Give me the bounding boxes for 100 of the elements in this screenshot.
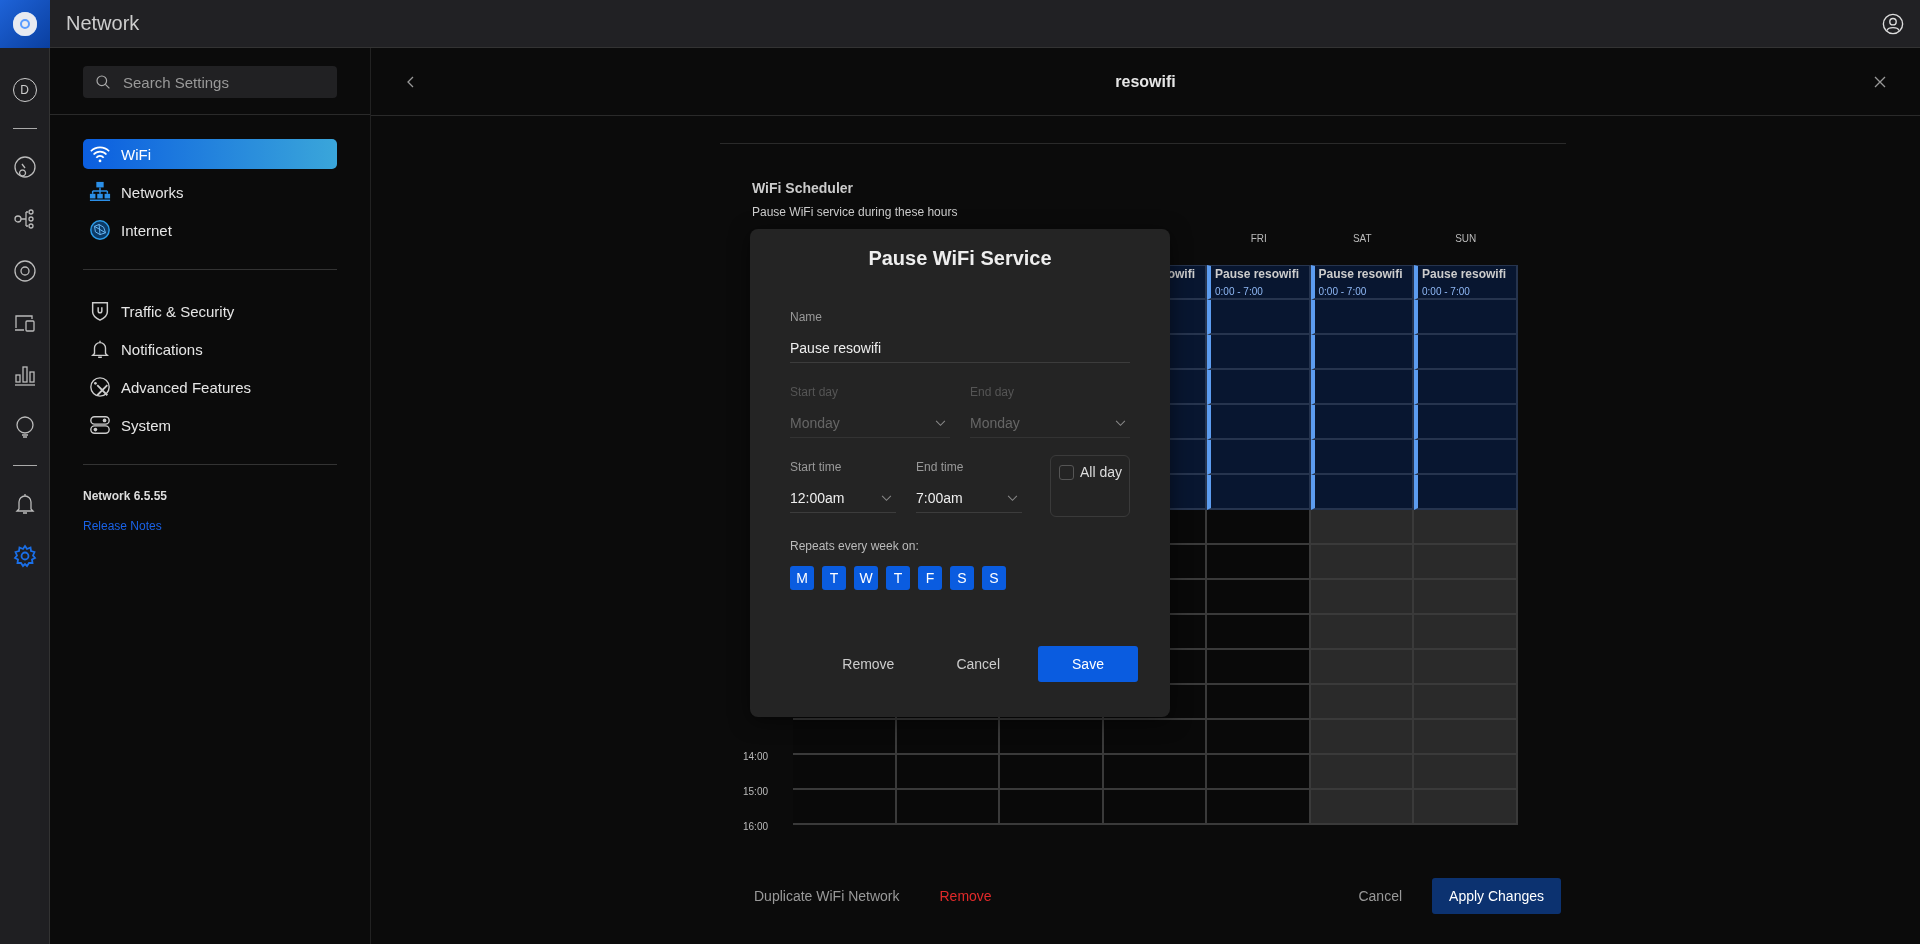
search-field[interactable]: Search Settings <box>83 66 337 98</box>
schedule-slot[interactable] <box>1310 685 1414 720</box>
target-icon[interactable] <box>12 259 37 283</box>
dialog-title: Pause WiFi Service <box>867 247 1053 270</box>
paused-slot[interactable]: Pause resowifi 0:00 - 7:00 <box>1414 265 1518 300</box>
sidebar-item[interactable]: Networks <box>83 177 337 207</box>
sidebar-item[interactable]: WiFi <box>83 139 337 169</box>
schedule-slot[interactable] <box>1207 755 1311 790</box>
schedule-slot[interactable] <box>793 790 897 825</box>
schedule-slot[interactable] <box>1207 545 1311 580</box>
duplicate-network-button[interactable]: Duplicate WiFi Network <box>744 880 910 912</box>
schedule-slot[interactable] <box>1207 615 1311 650</box>
schedule-slot[interactable] <box>896 755 1000 790</box>
weekday-toggle[interactable]: S <box>950 566 974 590</box>
weekday-toggle[interactable]: W <box>854 566 878 590</box>
time-label: 14:00 <box>743 751 769 762</box>
schedule-slot[interactable] <box>1310 615 1414 650</box>
schedule-slot[interactable] <box>1414 650 1518 685</box>
schedule-slot[interactable] <box>1310 790 1414 825</box>
time-dropdown[interactable]: 7:00am <box>916 474 1022 513</box>
paused-slot[interactable] <box>1207 300 1311 335</box>
schedule-slot[interactable] <box>1000 720 1104 755</box>
apply-changes-button[interactable]: Apply Changes <box>1432 878 1561 914</box>
schedule-slot[interactable] <box>1103 790 1207 825</box>
schedule-slot[interactable] <box>1414 545 1518 580</box>
chevron-down-icon <box>935 419 946 427</box>
weekday-toggle[interactable]: S <box>982 566 1006 590</box>
schedule-slot[interactable] <box>1000 755 1104 790</box>
remove-network-button[interactable]: Remove <box>929 880 1002 912</box>
paused-slot[interactable] <box>1310 300 1414 335</box>
network-hierarchy-icon <box>89 181 111 203</box>
paused-slot[interactable] <box>1310 405 1414 440</box>
paused-slot[interactable] <box>1207 440 1311 475</box>
paused-slot[interactable] <box>1310 370 1414 405</box>
paused-slot[interactable] <box>1414 440 1518 475</box>
schedule-slot[interactable] <box>793 720 897 755</box>
schedule-slot[interactable] <box>1414 755 1518 790</box>
schedule-slot[interactable] <box>1207 790 1311 825</box>
paused-slot[interactable] <box>1310 440 1414 475</box>
paused-slot[interactable] <box>1207 335 1311 370</box>
paused-slot[interactable] <box>1207 475 1311 510</box>
schedule-slot[interactable] <box>1310 650 1414 685</box>
schedule-slot[interactable] <box>1207 650 1311 685</box>
bar-chart-icon[interactable] <box>12 363 37 387</box>
paused-slot[interactable] <box>1414 335 1518 370</box>
field-label: Name <box>790 310 823 324</box>
sidebar-item[interactable]: System <box>83 410 337 440</box>
paused-slot[interactable] <box>1414 475 1518 510</box>
paused-slot[interactable] <box>1207 370 1311 405</box>
schedule-slot[interactable] <box>1207 685 1311 720</box>
paused-slot[interactable] <box>1414 300 1518 335</box>
schedule-slot[interactable] <box>1414 580 1518 615</box>
schedule-slot[interactable] <box>896 720 1000 755</box>
schedule-slot[interactable] <box>1414 685 1518 720</box>
name-field[interactable]: Pause resowifi <box>790 324 1130 363</box>
schedule-slot[interactable] <box>896 790 1000 825</box>
shield-icon <box>89 300 111 322</box>
bell-icon <box>89 338 111 360</box>
time-label: 16:00 <box>743 821 769 832</box>
release-notes-link[interactable]: Release Notes <box>83 519 162 533</box>
all-day-checkbox[interactable] <box>1059 465 1074 480</box>
schedule-slot[interactable] <box>1414 790 1518 825</box>
sidebar-item[interactable]: Internet <box>83 215 337 245</box>
paused-slot[interactable]: Pause resowifi 0:00 - 7:00 <box>1207 265 1311 300</box>
paused-slot[interactable] <box>1207 405 1311 440</box>
topology-icon[interactable] <box>12 207 37 231</box>
paused-slot[interactable] <box>1310 475 1414 510</box>
schedule-slot[interactable] <box>1310 545 1414 580</box>
schedule-slot[interactable] <box>1414 720 1518 755</box>
day-header: SUN <box>1455 233 1477 246</box>
sidebar-item[interactable]: Traffic & Security <box>83 296 337 326</box>
schedule-slot[interactable] <box>1000 790 1104 825</box>
settings-icon[interactable] <box>12 544 37 568</box>
schedule-slot[interactable] <box>1103 720 1207 755</box>
weekday-toggle[interactable]: T <box>886 566 910 590</box>
save-button[interactable]: Save <box>1038 646 1138 682</box>
sidebar-item[interactable]: Notifications <box>83 334 337 364</box>
schedule-slot[interactable] <box>1310 755 1414 790</box>
sidebar-item[interactable]: Advanced Features <box>83 372 337 402</box>
weekday-toggle[interactable]: M <box>790 566 814 590</box>
schedule-slot[interactable] <box>793 755 897 790</box>
paused-slot[interactable]: Pause resowifi 0:00 - 7:00 <box>1310 265 1414 300</box>
paused-slot[interactable] <box>1414 370 1518 405</box>
gauge-icon[interactable] <box>12 155 37 179</box>
paused-slot[interactable] <box>1310 335 1414 370</box>
schedule-slot[interactable] <box>1310 720 1414 755</box>
time-dropdown[interactable]: 12:00am <box>790 474 896 513</box>
remove-button[interactable]: Remove <box>818 648 919 680</box>
schedule-slot[interactable] <box>1310 580 1414 615</box>
cancel-button[interactable]: Cancel <box>1348 880 1413 912</box>
cancel-button[interactable]: Cancel <box>932 648 1024 680</box>
schedule-slot[interactable] <box>1207 580 1311 615</box>
app-logo[interactable] <box>0 0 50 48</box>
user-avatar-icon[interactable] <box>1882 12 1904 35</box>
schedule-slot[interactable] <box>1103 755 1207 790</box>
paused-slot[interactable] <box>1414 405 1518 440</box>
weekday-toggle[interactable]: F <box>918 566 942 590</box>
schedule-slot[interactable] <box>1207 720 1311 755</box>
schedule-slot[interactable] <box>1414 615 1518 650</box>
weekday-toggle[interactable]: T <box>822 566 846 590</box>
